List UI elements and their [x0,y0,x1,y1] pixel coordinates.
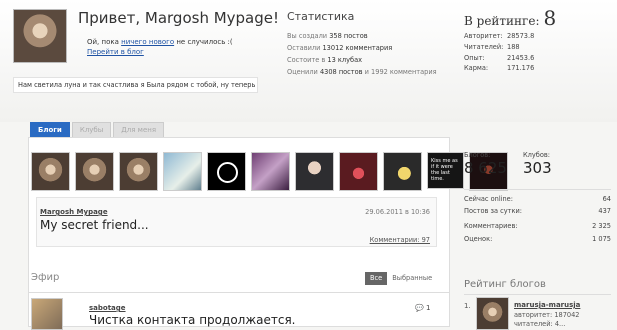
efir-comments[interactable]: 💬 1 [415,304,430,312]
greeting-subtext: Ой, пока ничего нового не случилось :( П… [87,37,233,57]
stat-row: Постов за сутки: 437 [464,207,611,215]
comment-icon: 💬 [415,304,424,312]
efir-comment-count: 1 [425,304,431,312]
top-blog-readers: читателей: 4... [514,320,566,328]
efir-filter: Все Выбранные [365,272,437,285]
stats-list: Вы создали 358 постов Оставили 13012 ком… [287,30,437,78]
stat-row: Комментариев: 2 325 [464,222,611,230]
stats-line: Оставили 13012 комментария [287,44,393,52]
greeting-title: Привет, Margosh Mypage! [78,9,280,27]
latest-post-card: Margosh Mypage 29.06.2011 в 10:36 My sec… [36,197,437,247]
efir-author-link[interactable]: sabotage [89,304,126,312]
blog-thumbnail[interactable] [75,152,114,191]
rating-row: Опыт: 21453.6 [464,53,535,62]
top-blog-authority: авторитет: 187042 [514,311,580,319]
post-title[interactable]: My secret friend... [40,218,149,232]
divider [464,294,611,295]
greeting-sub-prefix: Ой, пока [87,38,119,46]
blogs-count-label: Блогов: [464,151,491,159]
tab-for-me[interactable]: Для меня [113,122,165,137]
user-avatar[interactable] [13,9,67,63]
divider [29,292,449,293]
nothing-new-link[interactable]: ничего нового [121,38,174,46]
go-to-blog-link[interactable]: Перейти в блог [87,48,144,56]
blog-thumbnail[interactable] [339,152,378,191]
rating-table: Авторитет: 28573.8 Читателей: 188 Опыт: 214… [464,31,534,74]
site-stats-sidebar: Блогов: 8 625 Клубов: 303 Сейчас online:… [458,137,617,330]
efir-title: Эфир [31,272,60,283]
blogs-panel: Kiss me as if it were the last time. Mar… [28,137,508,330]
efir-author-avatar[interactable] [31,298,63,330]
stat-row: Оценок: 1 075 [464,235,611,243]
blogs-count: 8 625 [464,159,507,177]
stats-line: Вы создали 358 постов [287,32,368,40]
clubs-count: 303 [523,159,552,177]
rating-rank: 1. [464,302,471,310]
rating-position: 8 [543,6,557,30]
status-message[interactable]: Нам светила луна и так счастлива я Была … [13,77,258,93]
tab-blogs[interactable]: Блоги [30,122,70,137]
profile-header: Привет, Margosh Mypage! Ой, пока ничего … [0,0,617,122]
blog-thumbnail[interactable] [207,152,246,191]
divider [464,189,611,190]
blog-thumbnails: Kiss me as if it were the last time. [31,152,508,191]
stats-line: Состоите в 13 клубах [287,56,363,64]
rating-title: В рейтинге: 8 [464,6,556,30]
efir-tab-selected[interactable]: Выбранные [387,272,437,285]
blog-thumbnail[interactable] [119,152,158,191]
stats-line: Оценили 4308 постов и 1992 комментария [287,68,437,76]
post-comments-link[interactable]: Комментарии: 97 [370,236,430,244]
top-blog-avatar[interactable] [476,297,509,330]
blog-thumbnail[interactable] [295,152,334,191]
top-blog-link[interactable]: marusja-marusja [514,301,580,309]
post-date: 29.06.2011 в 10:36 [365,208,430,216]
blog-rating-title: Рейтинг блогов [464,279,546,290]
rating-row: Авторитет: 28573.8 [464,32,535,40]
post-author-link[interactable]: Margosh Mypage [40,208,108,216]
rating-label: В рейтинге: [464,14,540,28]
rating-row: Читателей: 188 [464,42,520,51]
section-tabs: Блоги Клубы Для меня [30,122,165,137]
blog-thumbnail[interactable] [163,152,202,191]
tab-clubs[interactable]: Клубы [71,122,112,137]
stat-row: Сейчас online: 64 [464,195,611,203]
blog-thumbnail[interactable] [383,152,422,191]
blog-thumbnail[interactable] [251,152,290,191]
stats-title: Статистика [287,10,355,23]
efir-tab-all[interactable]: Все [365,272,388,285]
clubs-count-label: Клубов: [523,151,551,159]
rating-row: Карма: 171.176 [464,64,535,73]
blog-thumbnail[interactable] [31,152,70,191]
greeting-sub-suffix: не случилось :( [176,38,233,46]
